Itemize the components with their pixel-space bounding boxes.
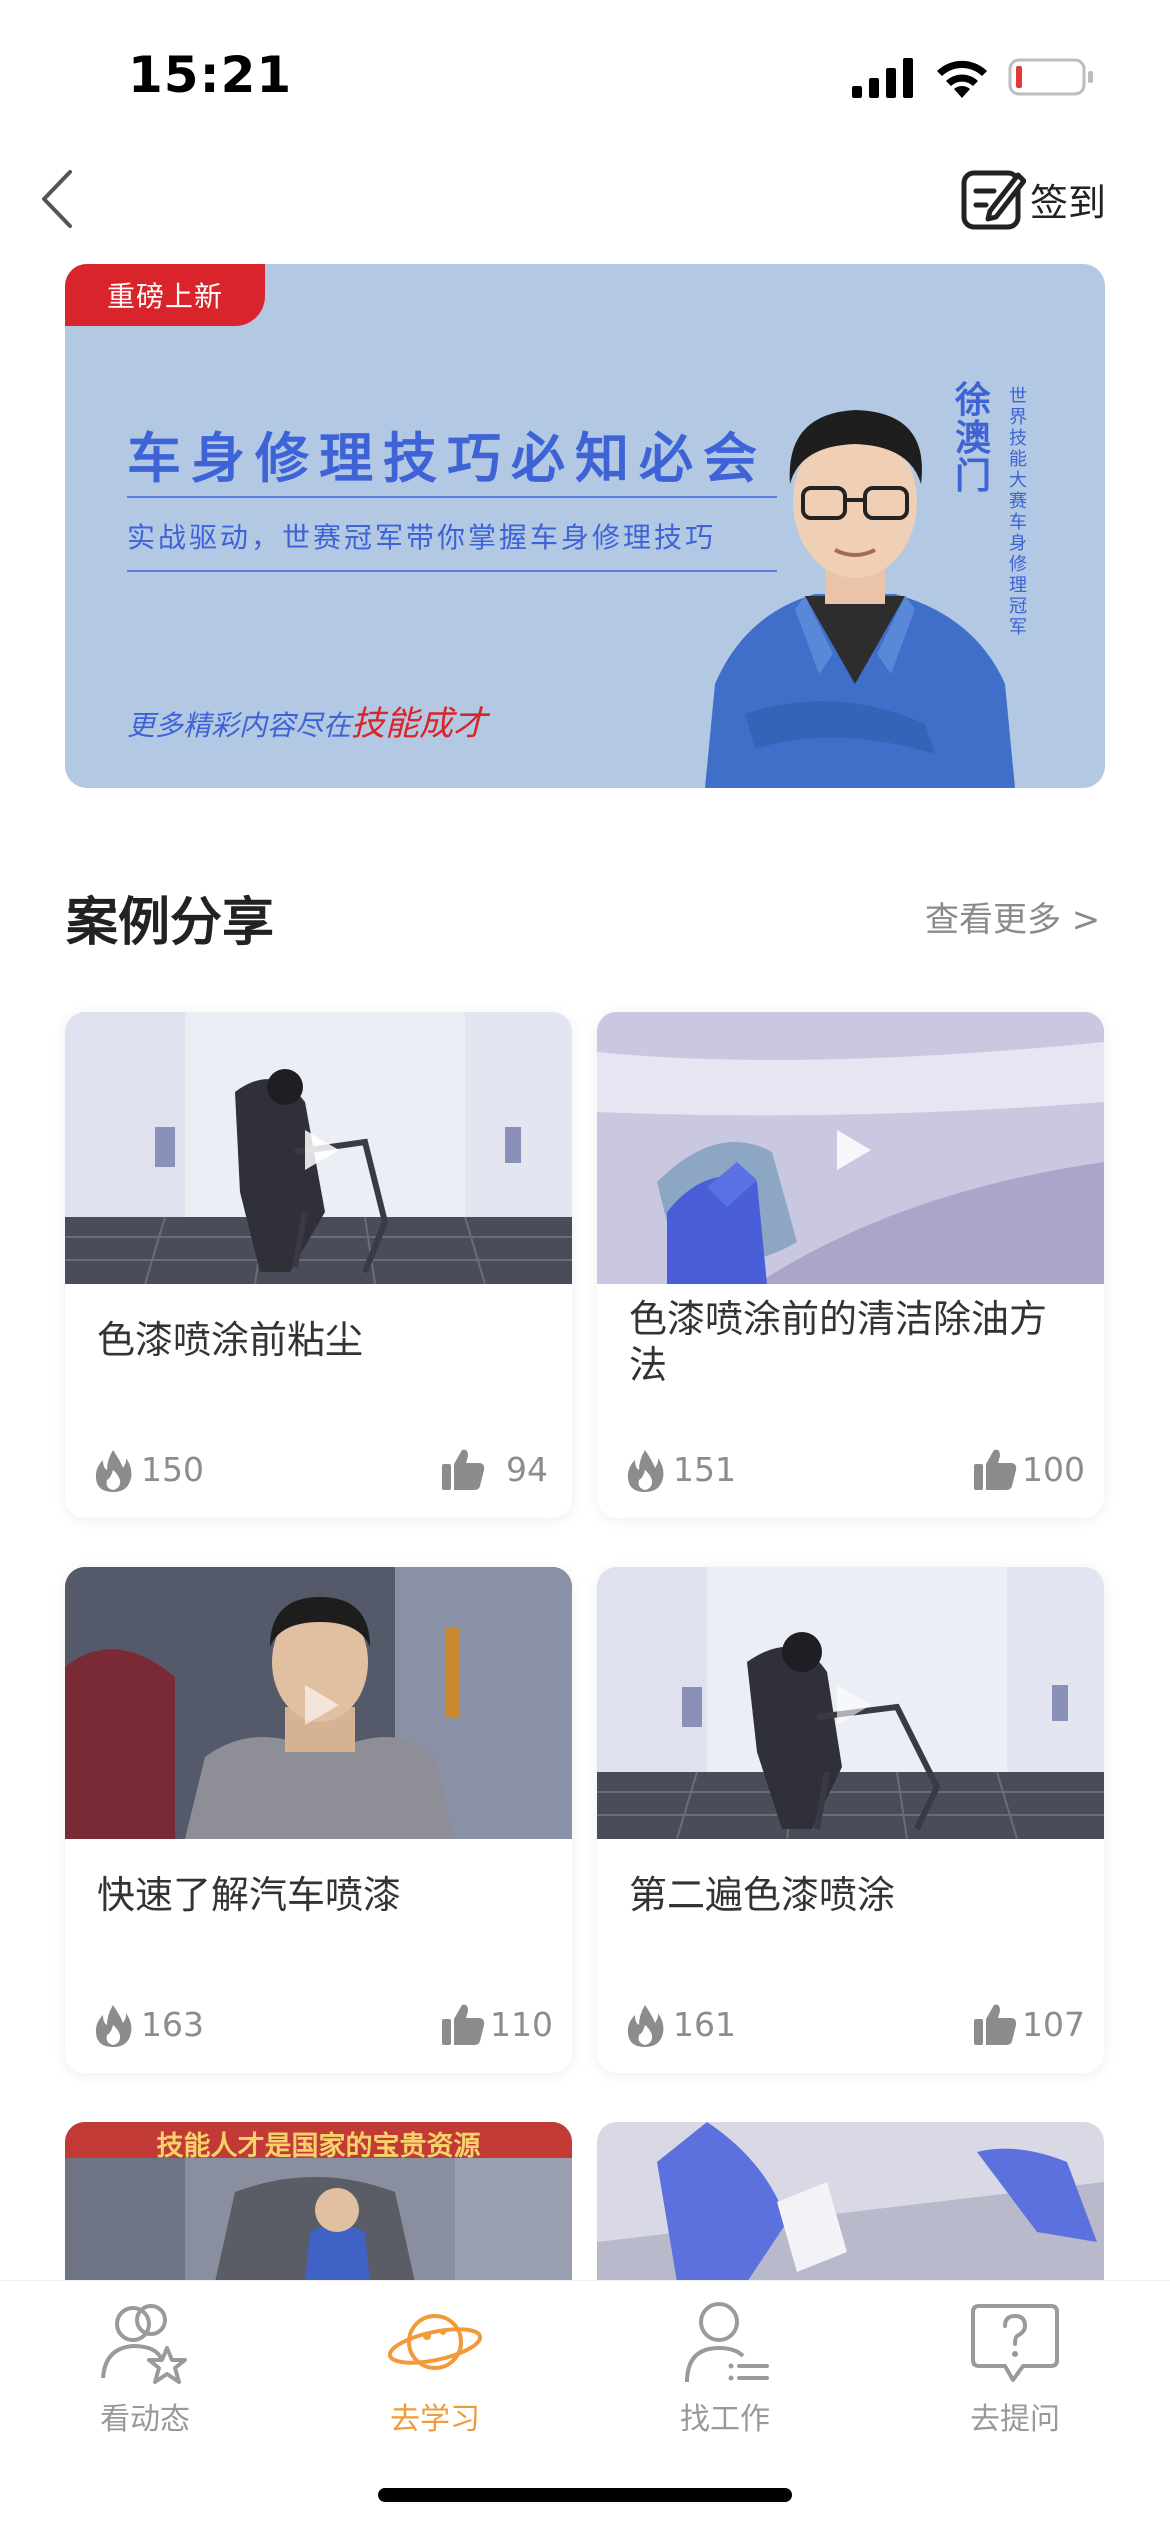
banner-more-highlight: 技能成才 [351,704,488,744]
fire-icon [627,1450,664,1492]
view-count: 150 [141,1450,204,1489]
banner-title: 车身修理技巧必知必会 [127,427,767,490]
fire-icon [95,1450,132,1492]
edit-checkin-icon [961,170,1026,230]
thumbs-up-icon[interactable] [972,1446,1018,1492]
card-title: 快速了解汽车喷漆 [97,1873,402,1917]
status-bar: 15:21 [0,0,1170,150]
tab-label: 去学习 [390,2402,480,2437]
banner-subtitle: 实战驱动，世赛冠军带你掌握车身修理技巧 [127,521,717,554]
card-title: 色漆喷涂前粘尘 [97,1318,364,1362]
banner-more-prefix: 更多精彩内容尽在 [127,709,352,742]
checkin-label: 签到 [1030,180,1107,225]
battery-icon [1008,58,1093,96]
view-more-link[interactable]: 查看更多 > [925,892,1100,941]
tab-ask[interactable]: 去提问 [915,2298,1115,2438]
thumbs-up-icon[interactable] [972,2001,1018,2047]
question-bubble-icon [971,2304,1059,2382]
chevron-left-icon[interactable] [36,168,80,230]
tab-jobs[interactable]: 找工作 [625,2298,825,2438]
tab-feed[interactable]: 看动态 [45,2298,245,2438]
banner-more-text: 更多精彩内容尽在技能成才 [127,696,487,745]
card-title: 第二遍色漆喷涂 [629,1873,896,1917]
instructor-honor: 世界技能大赛车身修理冠军 [1009,386,1027,638]
play-icon[interactable] [291,1677,347,1733]
fire-icon [95,2005,132,2047]
planet-icon [387,2314,483,2370]
card-title: 色漆喷涂前的清洁除油方法 [629,1297,1048,1387]
home-indicator[interactable] [378,2488,792,2502]
view-count: 163 [141,2005,204,2044]
card-stats: 150 94 [93,1442,548,1496]
tab-label: 去提问 [970,2402,1060,2437]
thumbs-up-icon[interactable] [440,1446,486,1492]
video-thumbnail [597,2122,1104,2282]
fire-icon [627,2005,664,2047]
card-stats: 151 100 [625,1442,1085,1496]
video-card[interactable]: 色漆喷涂前的清洁除油方法 151 100 [597,1012,1104,1518]
video-card[interactable]: 快速了解汽车喷漆 163 110 [65,1567,572,2073]
like-count: 110 [490,2005,553,2044]
person-list-icon [685,2302,769,2383]
banner-divider [127,570,777,572]
banner-tag: 重磅上新 [65,264,265,326]
section-title: 案例分享 [66,893,275,953]
card-stats: 163 110 [93,1997,553,2051]
thumbs-up-icon[interactable] [440,2001,486,2047]
card-stats: 161 107 [625,1997,1085,2051]
people-star-icon [101,2304,187,2384]
like-count: 100 [1022,1450,1085,1489]
checkin-button[interactable]: 签到 [960,164,1106,234]
tab-label: 找工作 [680,2402,770,2437]
tab-label: 看动态 [100,2402,190,2437]
video-card[interactable]: 第二遍色漆喷涂 161 107 [597,1567,1104,2073]
play-icon[interactable] [823,1677,879,1733]
instructor-name: 徐澳门 [954,380,991,497]
tab-learn[interactable]: 去学习 [335,2298,535,2438]
play-icon[interactable] [823,1122,879,1178]
partial-banner-text: 技能人才是国家的宝贵资源 [156,2131,481,2162]
wifi-icon [937,60,987,98]
video-card-partial[interactable]: 技能人才是国家的宝贵资源 [65,2122,572,2282]
view-count: 151 [673,1450,736,1489]
status-time: 15:21 [128,46,293,104]
signal-icon [852,58,913,98]
view-count: 161 [673,2005,736,2044]
video-card[interactable]: 色漆喷涂前粘尘 150 94 [65,1012,572,1518]
video-card-partial[interactable] [597,2122,1104,2282]
play-icon[interactable] [291,1122,347,1178]
course-banner[interactable]: 重磅上新 车身修理技巧必知必会 实战驱动，世赛冠军带你掌握车身修理技巧 更多精彩… [65,264,1105,788]
banner-divider [127,496,777,498]
like-count: 107 [1022,2005,1085,2044]
like-count: 94 [506,1450,548,1489]
